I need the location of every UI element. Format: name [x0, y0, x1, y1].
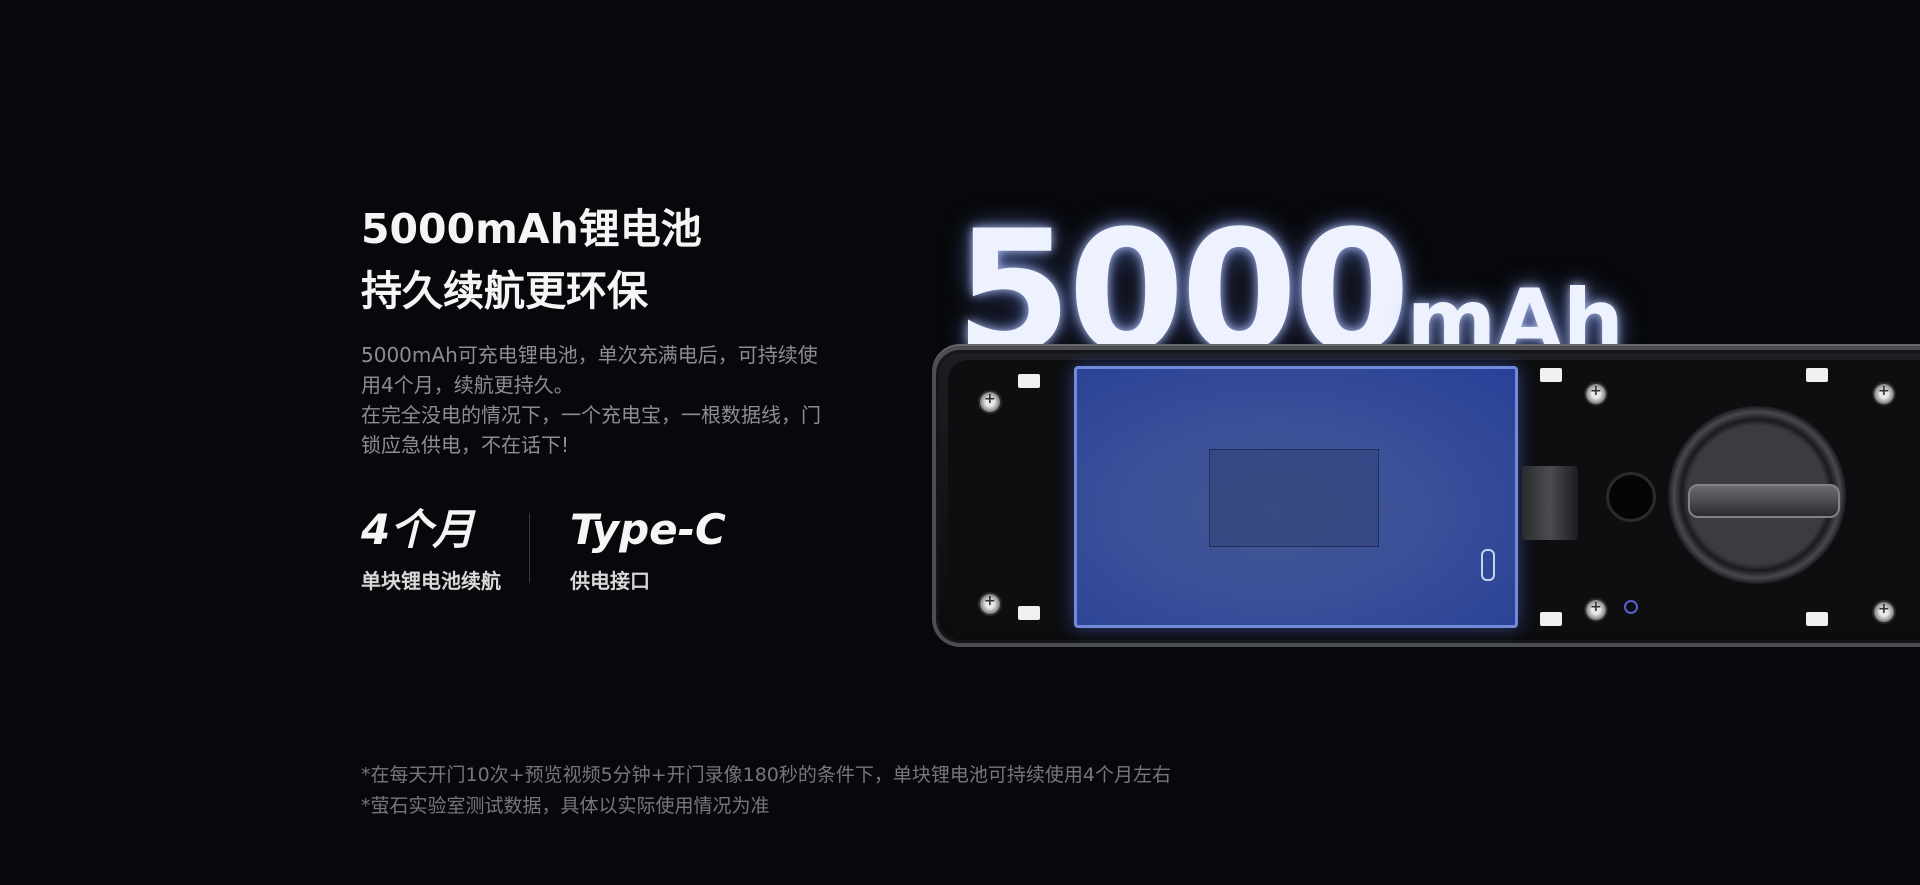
stat-divider [529, 513, 530, 583]
heading-line-1: 5000mAh锂电池 [361, 205, 702, 253]
description: 5000mAh可充电锂电池，单次充满电后，可持续使 用4个月，续航更持久。 在完… [361, 340, 861, 460]
device-inner-panel [948, 360, 1920, 633]
screw-icon [978, 390, 1002, 414]
battery-label [1209, 449, 1379, 547]
footnotes: *在每天开门10次+预览视频5分钟+开门录像180秒的条件下，单块锂电池可持续使… [361, 760, 1171, 822]
clip-icon [1540, 612, 1562, 626]
clip-icon [1540, 368, 1562, 382]
stat-label: 单块锂电池续航 [361, 569, 501, 593]
battery-pack [1074, 366, 1518, 628]
description-line-4: 锁应急供电，不在话下! [361, 433, 570, 457]
stat-label: 供电接口 [570, 569, 650, 593]
feature-text-block: 5000mAh锂电池 持久续航更环保 5000mAh可充电锂电池，单次充满电后，… [361, 198, 861, 460]
clip-icon [1018, 374, 1040, 388]
stat-value: Type-C [570, 505, 726, 554]
screw-icon [1584, 598, 1608, 622]
stat-value: 4个月 [361, 505, 475, 554]
keyhole-icon [1606, 472, 1656, 522]
stat-port: Type-C 供电接口 [570, 505, 726, 594]
stat-battery-life: 4个月 单块锂电池续航 [361, 505, 501, 594]
clip-icon [1806, 612, 1828, 626]
description-line-3: 在完全没电的情况下，一个充电宝，一根数据线，门 [361, 403, 821, 427]
stats-row: 4个月 单块锂电池续航 Type-C 供电接口 [361, 505, 726, 594]
indicator-led-icon [1624, 600, 1638, 614]
footnote-1: *在每天开门10次+预览视频5分钟+开门录像180秒的条件下，单块锂电池可持续使… [361, 764, 1171, 786]
thumb-turn-bar [1688, 484, 1840, 518]
screw-icon [1872, 600, 1896, 624]
lock-battery-compartment-image [932, 346, 1920, 647]
clip-icon [1806, 368, 1828, 382]
footnote-2: *萤石实验室测试数据，具体以实际使用情况为准 [361, 795, 770, 817]
heading-line-2: 持久续航更环保 [361, 267, 648, 315]
battery-latch [1522, 466, 1578, 540]
screw-icon [978, 592, 1002, 616]
usb-c-port-icon [1481, 549, 1495, 581]
clip-icon [1018, 606, 1040, 620]
description-line-2: 用4个月，续航更持久。 [361, 373, 574, 397]
screw-icon [1584, 382, 1608, 406]
description-line-1: 5000mAh可充电锂电池，单次充满电后，可持续使 [361, 343, 818, 367]
screw-icon [1872, 382, 1896, 406]
